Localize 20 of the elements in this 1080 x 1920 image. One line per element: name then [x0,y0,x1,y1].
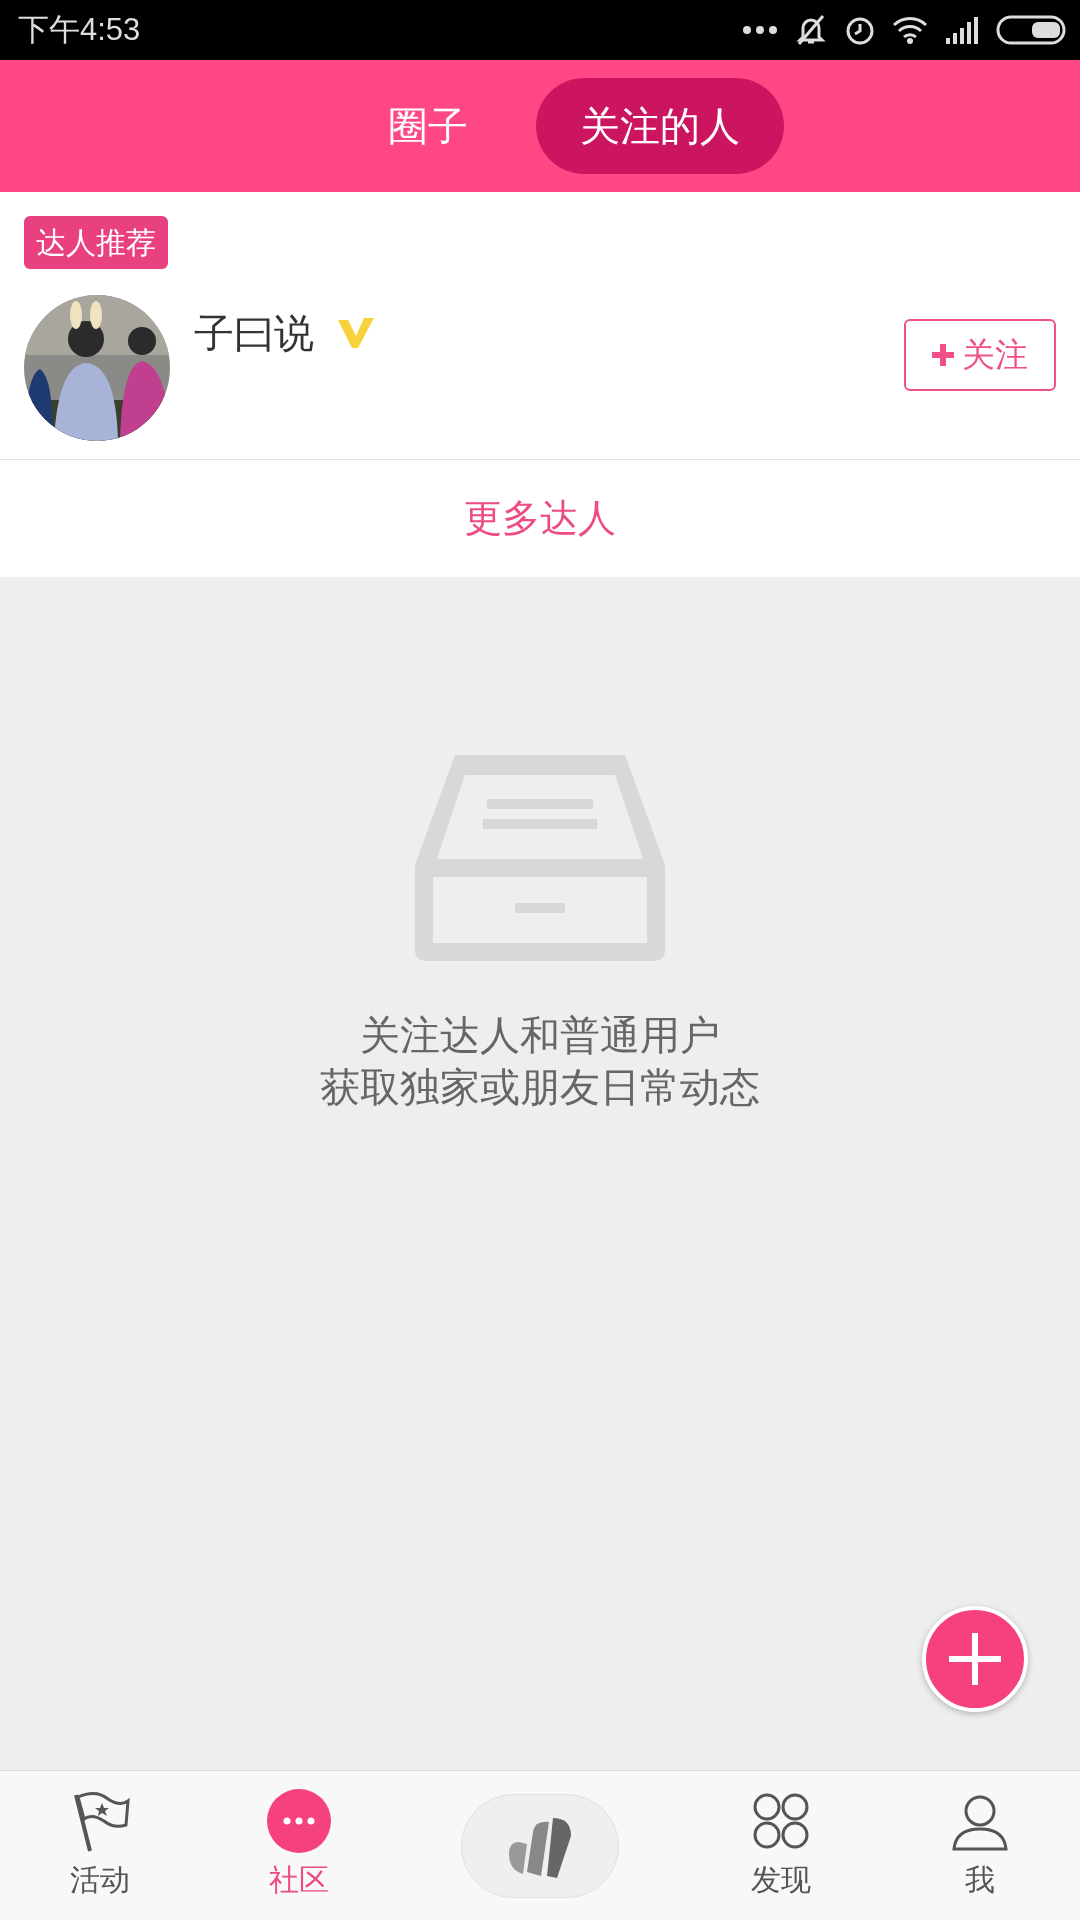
nav-tab[interactable]: 我 [942,1788,1019,1903]
status-time: 下午4:53 [18,10,141,49]
recommend-tag: 达人推荐 [24,216,168,269]
signal-icon [944,16,980,44]
add-button[interactable] [922,1606,1028,1712]
mute-bell-icon [794,13,828,47]
follow-button[interactable]: 关注 [904,319,1056,391]
wifi-icon [892,16,928,44]
battery-icon [996,15,1066,45]
tab[interactable]: 圈子 [344,78,512,174]
empty-message: 关注达人和普通用户 [359,1011,721,1060]
tab[interactable]: 关注的人 [536,78,784,174]
nav-tab[interactable]: 社区 [261,1788,338,1903]
user-name: 子曰说 [194,309,314,358]
nav-tab[interactable]: 活动 [61,1788,138,1903]
nav-tab[interactable]: 发现 [742,1788,819,1903]
community-icon [267,1789,332,1853]
empty-message: 获取独家或朋友日常动态 [320,1063,760,1112]
plus-icon [932,344,954,366]
more-dots-icon [742,25,778,35]
